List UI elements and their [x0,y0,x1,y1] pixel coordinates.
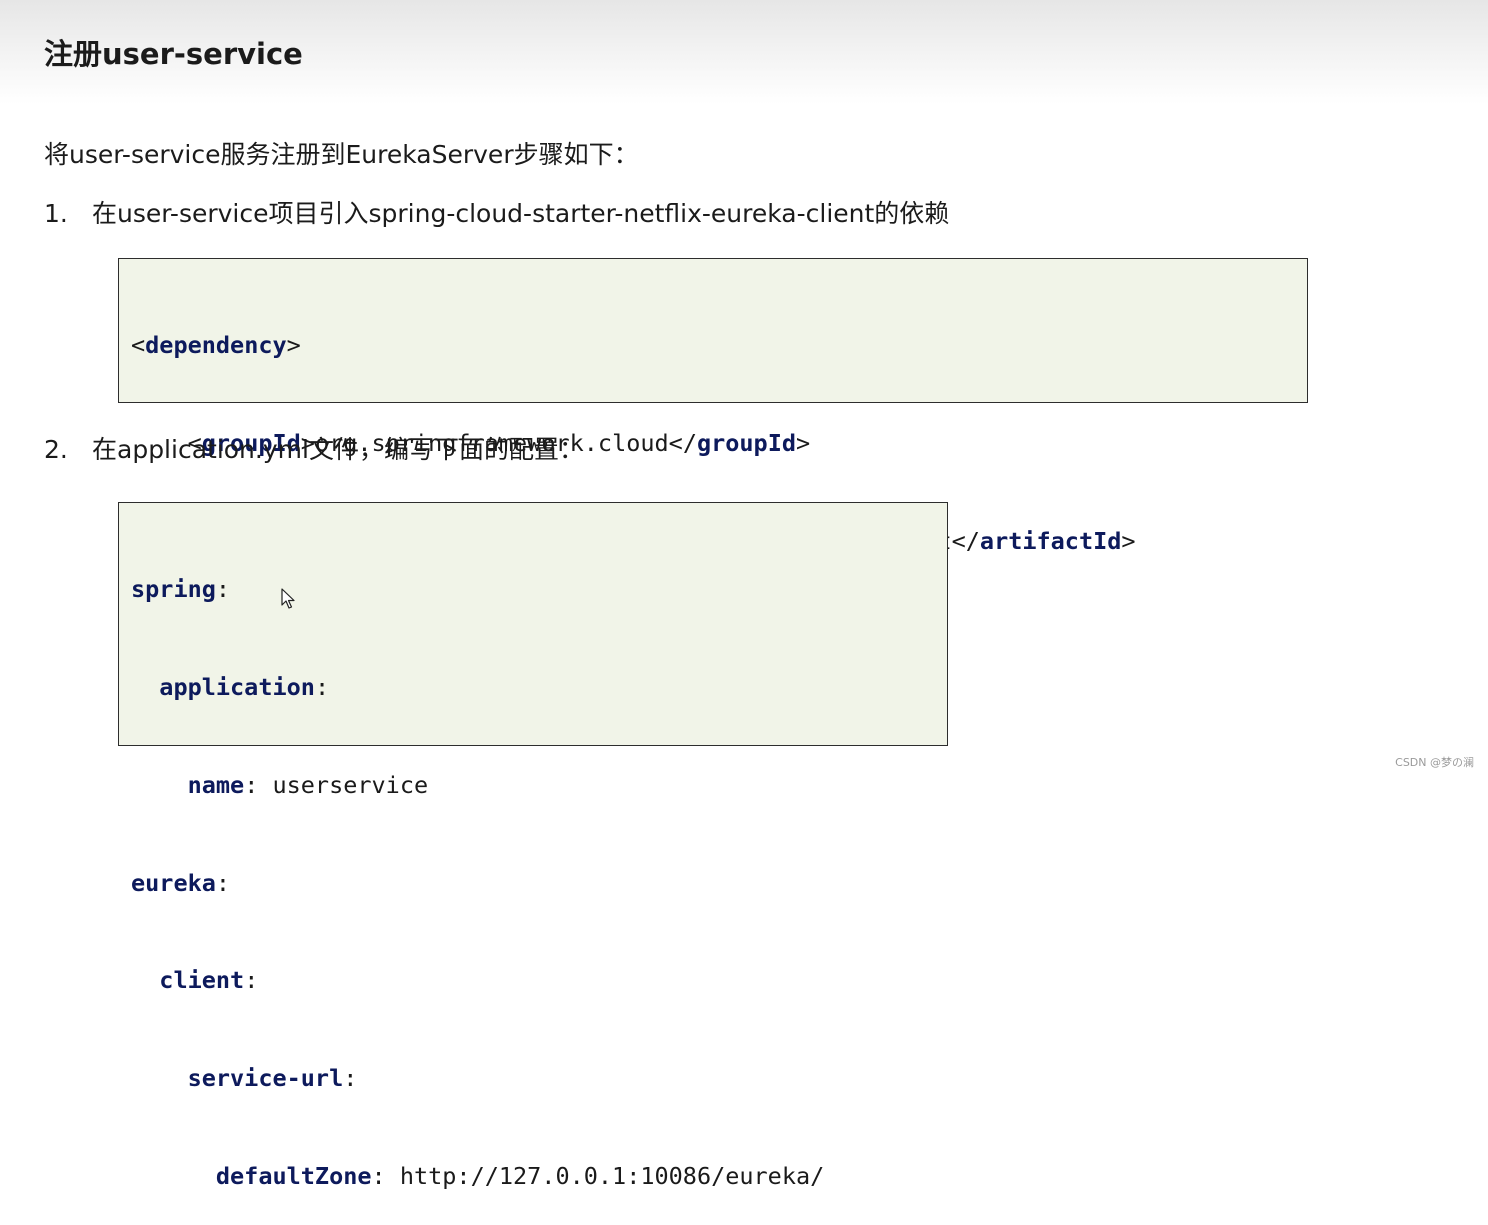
step-1: 1. 在user-service项目引入spring-cloud-starter-… [44,196,949,232]
yml-key: application [159,672,315,701]
code-line: name: userservice [187,770,429,799]
step-1-text: 在user-service项目引入spring-cloud-starter-ne… [92,199,950,228]
yml-value: http://127.0.0.1:10086/eureka/ [399,1161,825,1190]
mouse-pointer-icon [281,588,295,609]
step-2: 2. 在application.yml文件，编写下面的配置： [44,432,584,468]
xml-tag: artifactId [979,526,1122,555]
code-line: <dependency> [131,331,301,360]
xml-code-block[interactable]: <dependency> <groupId>org.springframewor… [118,258,1308,653]
watermark: CSDN @梦の澜 [1395,756,1474,769]
code-line: client: [159,966,259,995]
code-line: application: [159,672,330,701]
code-line: defaultZone: http://127.0.0.1:10086/eure… [215,1161,825,1190]
yml-value: userservice [272,770,429,799]
yml-key: eureka [131,868,216,897]
step-2-text: 在application.yml文件，编写下面的配置： [92,435,584,464]
yml-key: defaultZone [215,1161,372,1190]
intro-text: 将user-service服务注册到EurekaServer步骤如下： [44,140,639,169]
code-line: spring: [131,575,231,604]
yml-code-block[interactable]: spring: application: name: userservice e… [118,502,948,1190]
xml-tag: groupId [696,428,797,457]
step-1-number: 1. [44,199,68,228]
yml-key: service-url [187,1064,344,1093]
code-line: service-url: [187,1064,358,1093]
page-title: 注册user-service [44,37,303,71]
xml-tag: dependency [145,331,287,360]
code-line: eureka: [131,868,231,897]
yml-key: client [159,966,245,995]
yml-key: name [187,770,245,799]
step-2-number: 2. [44,435,68,464]
yml-key: spring [131,575,216,604]
